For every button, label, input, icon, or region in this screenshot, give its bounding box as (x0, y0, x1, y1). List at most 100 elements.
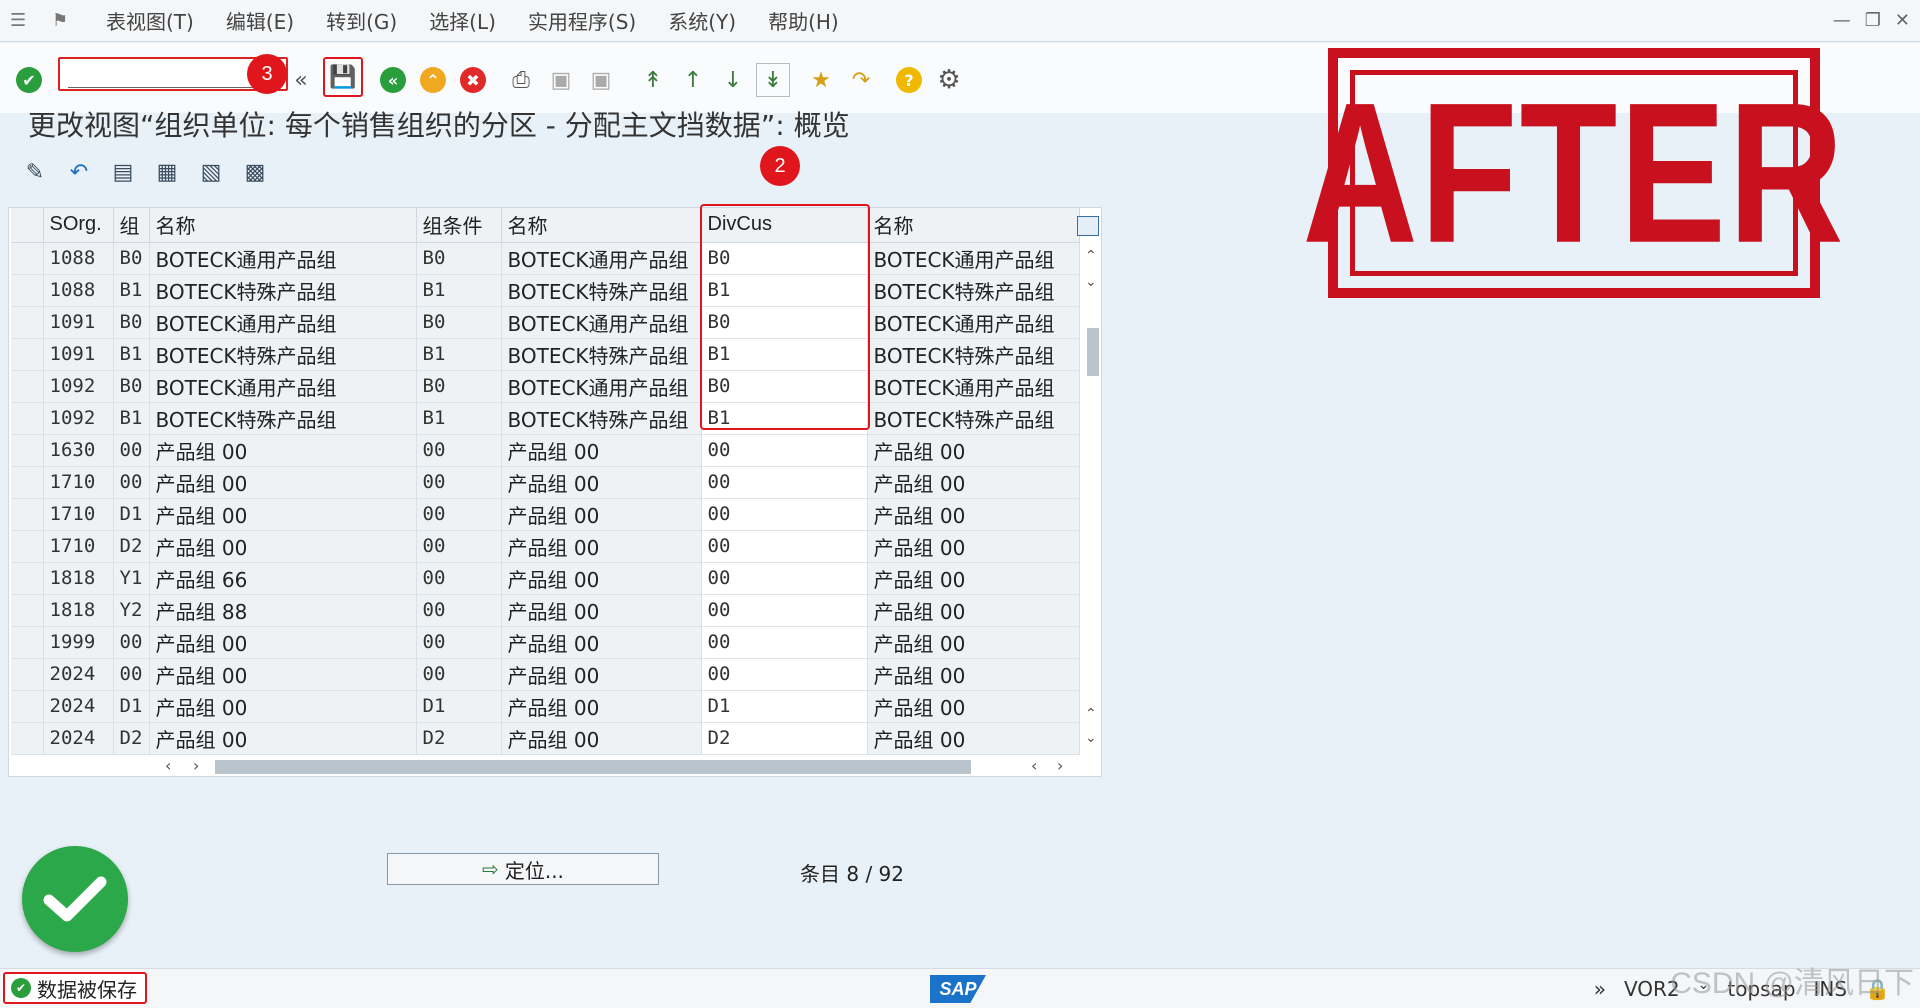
cell-divcus[interactable]: D1 (701, 690, 868, 723)
menu-help[interactable]: 帮助(H) (768, 6, 839, 35)
position-button[interactable]: ⇨ 定位... (387, 853, 659, 885)
scroll-down-icon[interactable]: ⌄ (1085, 274, 1097, 290)
row-selector[interactable] (11, 722, 44, 755)
select-all-icon[interactable]: ▩ (238, 155, 272, 189)
cell-divcus[interactable]: 00 (701, 434, 868, 467)
scroll-left-icon[interactable]: ‹ (1031, 756, 1037, 775)
col-header-name-2[interactable]: 名称 (501, 208, 702, 243)
previous-page-icon[interactable]: ↑ (676, 63, 710, 97)
cell-divcus[interactable]: B1 (701, 402, 868, 435)
exit-button[interactable]: ⌃ (416, 63, 450, 97)
cell-divcus[interactable]: 00 (701, 658, 868, 691)
col-header-divcus[interactable]: DivCus (701, 208, 868, 243)
last-page-icon[interactable]: ↡ (756, 63, 790, 97)
scroll-right-icon[interactable]: › (193, 756, 199, 775)
checkmark-icon: ✔ (16, 67, 42, 93)
minimize-icon[interactable]: — (1833, 10, 1851, 31)
row-selector[interactable] (11, 242, 44, 275)
help-button[interactable]: ? (892, 63, 926, 97)
row-selector[interactable] (11, 274, 44, 307)
row-selector[interactable] (11, 626, 44, 659)
cell-divcus[interactable]: B0 (701, 370, 868, 403)
row-selector[interactable] (11, 562, 44, 595)
display-change-icon[interactable]: ✎ (18, 155, 52, 189)
create-session-icon[interactable]: ★ (804, 63, 838, 97)
menu-system[interactable]: 系统(Y) (668, 6, 736, 35)
menu-edit[interactable]: 编辑(E) (226, 6, 294, 35)
row-selector[interactable] (11, 690, 44, 723)
row-selector-header[interactable] (11, 208, 44, 243)
enter-button[interactable]: ✔ (12, 63, 46, 97)
save-icon: 💾 (329, 64, 357, 90)
cell-group-condition: 00 (416, 530, 502, 563)
double-chevron-left-icon[interactable]: « (284, 63, 318, 97)
row-selector[interactable] (11, 370, 44, 403)
expand-icon[interactable]: » (1594, 977, 1606, 1001)
cell-divcus[interactable]: 00 (701, 562, 868, 595)
cell-divcus[interactable]: 00 (701, 530, 868, 563)
next-page-icon[interactable]: ↓ (716, 63, 750, 97)
col-header-group[interactable]: 组 (113, 208, 150, 243)
row-selector[interactable] (11, 594, 44, 627)
copy-icon[interactable]: ▦ (150, 155, 184, 189)
cell-divcus[interactable]: B1 (701, 338, 868, 371)
find-icon[interactable]: ▣ (544, 63, 578, 97)
status-message[interactable]: ✔ 数据被保存 (3, 972, 147, 1004)
row-selector[interactable] (11, 498, 44, 531)
menu-selection[interactable]: 选择(L) (429, 6, 496, 35)
bookmark-icon[interactable]: ⚑ (52, 11, 74, 30)
menu-utilities[interactable]: 实用程序(S) (528, 6, 636, 35)
status-message-text: 数据被保存 (37, 977, 137, 1002)
menu-icon[interactable]: ☰ (10, 11, 32, 30)
horizontal-scroll-thumb[interactable] (215, 760, 971, 774)
col-header-name-1[interactable]: 名称 (149, 208, 417, 243)
menu-goto[interactable]: 转到(G) (326, 6, 397, 35)
first-page-icon[interactable]: ↟ (636, 63, 670, 97)
gear-icon[interactable]: ⚙ (932, 63, 966, 97)
row-selector[interactable] (11, 338, 44, 371)
print-icon[interactable]: ⎙ (504, 63, 538, 97)
close-icon[interactable]: ✕ (1895, 10, 1910, 31)
row-selector[interactable] (11, 434, 44, 467)
cell-divcus[interactable]: B1 (701, 274, 868, 307)
success-checkmark-icon (22, 846, 128, 952)
cell-divcus[interactable]: 00 (701, 498, 868, 531)
command-field[interactable] (68, 60, 253, 88)
cell-name-1: BOTECK通用产品组 (149, 370, 417, 403)
horizontal-scrollbar[interactable]: ‹ › ‹ › (159, 756, 1079, 776)
col-header-sorg[interactable]: SOrg. (43, 208, 114, 243)
cell-divcus[interactable]: B0 (701, 306, 868, 339)
save-button[interactable]: 💾 (323, 57, 363, 97)
scroll-down-icon[interactable]: ⌄ (1085, 730, 1097, 746)
scroll-right-icon[interactable]: › (1057, 756, 1063, 775)
shortcut-icon[interactable]: ↷ (844, 63, 878, 97)
back-button[interactable]: « (376, 63, 410, 97)
vertical-scrollbar[interactable]: ⌃ ⌄ ⌃ ⌄ (1085, 244, 1101, 746)
restore-icon[interactable]: ❐ (1865, 10, 1881, 31)
scroll-up-icon[interactable]: ⌃ (1085, 248, 1097, 264)
new-entries-icon[interactable]: ▤ (106, 155, 140, 189)
row-selector[interactable] (11, 658, 44, 691)
cell-divcus[interactable]: D2 (701, 722, 868, 755)
cell-divcus[interactable]: 00 (701, 466, 868, 499)
cell-name-1: BOTECK通用产品组 (149, 242, 417, 275)
scroll-thumb[interactable] (1087, 328, 1099, 376)
delete-icon[interactable]: ▧ (194, 155, 228, 189)
undo-icon[interactable]: ↶ (62, 155, 96, 189)
cell-divcus[interactable]: 00 (701, 594, 868, 627)
row-selector[interactable] (11, 402, 44, 435)
row-selector[interactable] (11, 530, 44, 563)
table-settings-icon[interactable] (1077, 216, 1099, 236)
cell-sorg: 1088 (43, 274, 114, 307)
cell-divcus[interactable]: B0 (701, 242, 868, 275)
find-next-icon[interactable]: ▣ (584, 63, 618, 97)
col-header-name-3[interactable]: 名称 (867, 208, 1080, 243)
cancel-button[interactable]: ✖ (456, 63, 490, 97)
scroll-up-icon[interactable]: ⌃ (1085, 706, 1097, 722)
cell-divcus[interactable]: 00 (701, 626, 868, 659)
row-selector[interactable] (11, 306, 44, 339)
menu-table-view[interactable]: 表视图(T) (106, 6, 194, 35)
col-header-group-condition[interactable]: 组条件 (416, 208, 502, 243)
scroll-left-icon[interactable]: ‹ (165, 756, 171, 775)
row-selector[interactable] (11, 466, 44, 499)
